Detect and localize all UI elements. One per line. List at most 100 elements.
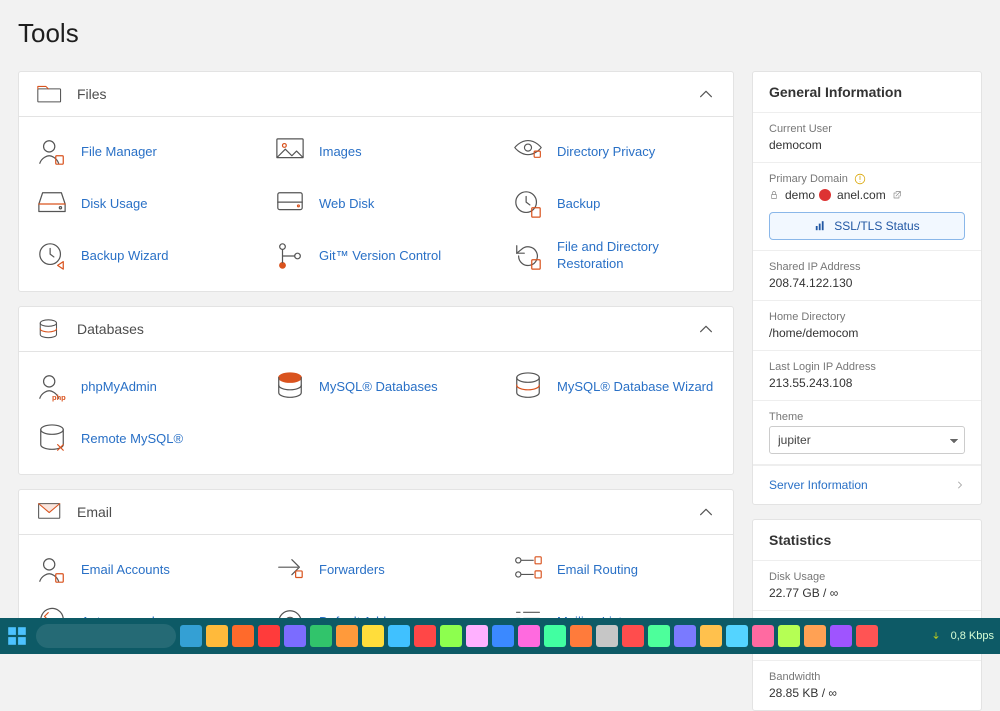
- taskbar-app[interactable]: [700, 625, 722, 647]
- taskbar-search[interactable]: [36, 624, 176, 648]
- statistics-title: Statistics: [753, 520, 981, 561]
- taskbar-app[interactable]: [778, 625, 800, 647]
- eye-lock-icon: [513, 137, 543, 167]
- statistics-panel: Statistics Disk Usage 22.77 GB / ∞ MySQL…: [752, 519, 982, 711]
- group-header-databases[interactable]: Databases: [19, 307, 733, 352]
- taskbar-app[interactable]: [206, 625, 228, 647]
- tool-email-routing[interactable]: Email Routing: [495, 553, 733, 587]
- taskbar-app[interactable]: [284, 625, 306, 647]
- taskbar-app[interactable]: [466, 625, 488, 647]
- warning-icon: [854, 173, 866, 185]
- taskbar-app[interactable]: [648, 625, 670, 647]
- drive-icon: [275, 189, 305, 219]
- taskbar-app[interactable]: [258, 625, 280, 647]
- clock-wiz-icon: [37, 241, 67, 271]
- taskbar-app[interactable]: [830, 625, 852, 647]
- taskbar-app[interactable]: [856, 625, 878, 647]
- start-button[interactable]: [6, 625, 28, 647]
- mask-dot-icon: [819, 189, 831, 201]
- taskbar-app[interactable]: [726, 625, 748, 647]
- general-info-title: General Information: [753, 72, 981, 113]
- tool-git-version-control[interactable]: Git™ Version Control: [257, 239, 495, 273]
- net-speed: 0,8 Kbps: [951, 630, 994, 642]
- tool-backup[interactable]: Backup: [495, 187, 733, 221]
- chevron-right-icon: [955, 480, 965, 490]
- taskbar-app[interactable]: [310, 625, 332, 647]
- taskbar-app[interactable]: [804, 625, 826, 647]
- taskbar-app[interactable]: [232, 625, 254, 647]
- tools-main: Files File ManagerImages Directory Privacy…: [18, 71, 734, 631]
- tool-label: Forwarders: [319, 562, 385, 579]
- svg-text:php: php: [52, 393, 66, 402]
- server-info-link[interactable]: Server Information: [753, 465, 981, 504]
- taskbar-app[interactable]: [180, 625, 202, 647]
- taskbar-app[interactable]: [388, 625, 410, 647]
- page-title: Tools: [18, 18, 1000, 49]
- db-wiz-icon: [513, 372, 543, 402]
- tool-label: MySQL® Databases: [319, 379, 438, 396]
- taskbar-app[interactable]: [414, 625, 436, 647]
- group-title: Files: [77, 86, 683, 102]
- group-title: Email: [77, 504, 683, 520]
- db-icon: [37, 319, 63, 339]
- tool-label: Email Routing: [557, 562, 638, 579]
- taskbar-app[interactable]: [440, 625, 462, 647]
- chevron-up-icon: [697, 85, 715, 103]
- tool-label: MySQL® Database Wizard: [557, 379, 713, 396]
- external-link-icon: [892, 190, 902, 200]
- taskbar-app[interactable]: [544, 625, 566, 647]
- group-files: Files File ManagerImages Directory Privacy…: [18, 71, 734, 292]
- tool-label: phpMyAdmin: [81, 379, 157, 396]
- tool-label: Directory Privacy: [557, 144, 655, 161]
- user-file-icon: [37, 137, 67, 167]
- ssl-status-button[interactable]: SSL/TLS Status: [769, 212, 965, 240]
- tool-label: Disk Usage: [81, 196, 147, 213]
- tool-label: Git™ Version Control: [319, 248, 441, 265]
- theme-select[interactable]: jupiter: [769, 426, 965, 454]
- tool-forwarders[interactable]: Forwarders: [257, 553, 495, 587]
- group-header-email[interactable]: Email: [19, 490, 733, 535]
- tool-label: File and Directory Restoration: [557, 239, 715, 273]
- group-title: Databases: [77, 321, 683, 337]
- restore-icon: [513, 241, 543, 271]
- db-remote-icon: [37, 424, 67, 454]
- tool-label: Backup Wizard: [81, 248, 168, 265]
- taskbar-app[interactable]: [518, 625, 540, 647]
- group-email: Email Email Accounts Forwarders Email Routi…: [18, 489, 734, 631]
- tool-directory-privacy[interactable]: Directory Privacy: [495, 135, 733, 169]
- taskbar-app[interactable]: [492, 625, 514, 647]
- tool-file-manager[interactable]: File Manager: [19, 135, 257, 169]
- tool-backup-wizard[interactable]: Backup Wizard: [19, 239, 257, 273]
- tool-email-accounts[interactable]: Email Accounts: [19, 553, 257, 587]
- primary-domain-link[interactable]: demoanel.com: [769, 188, 965, 202]
- tool-file-and-directory-restoration[interactable]: File and Directory Restoration: [495, 239, 733, 273]
- tool-label: Email Accounts: [81, 562, 170, 579]
- taskbar-app[interactable]: [752, 625, 774, 647]
- tool-remote-mysql[interactable]: Remote MySQL®: [19, 422, 257, 456]
- tool-mysql-database-wizard[interactable]: MySQL® Database Wizard: [495, 370, 733, 404]
- tool-disk-usage[interactable]: Disk Usage: [19, 187, 257, 221]
- tool-web-disk[interactable]: Web Disk: [257, 187, 495, 221]
- taskbar-app[interactable]: [336, 625, 358, 647]
- taskbar-app[interactable]: [570, 625, 592, 647]
- db-fill-icon: [275, 372, 305, 402]
- taskbar-app[interactable]: [622, 625, 644, 647]
- user-file-icon: [37, 555, 67, 585]
- fwd-icon: [275, 555, 305, 585]
- tool-phpmyadmin[interactable]: php phpMyAdmin: [19, 370, 257, 404]
- lock-icon: [769, 190, 779, 200]
- taskbar-app[interactable]: [362, 625, 384, 647]
- image-icon: [275, 137, 305, 167]
- tool-images[interactable]: Images: [257, 135, 495, 169]
- taskbar-app[interactable]: [596, 625, 618, 647]
- folder-icon: [37, 84, 63, 104]
- tool-mysql-databases[interactable]: MySQL® Databases: [257, 370, 495, 404]
- chart-icon: [814, 220, 826, 232]
- group-header-files[interactable]: Files: [19, 72, 733, 117]
- taskbar-app[interactable]: [674, 625, 696, 647]
- route-icon: [513, 555, 543, 585]
- general-info-panel: General Information Current User democom…: [752, 71, 982, 505]
- sidebar: General Information Current User democom…: [752, 71, 982, 631]
- tool-label: Web Disk: [319, 196, 374, 213]
- clock-file-icon: [513, 189, 543, 219]
